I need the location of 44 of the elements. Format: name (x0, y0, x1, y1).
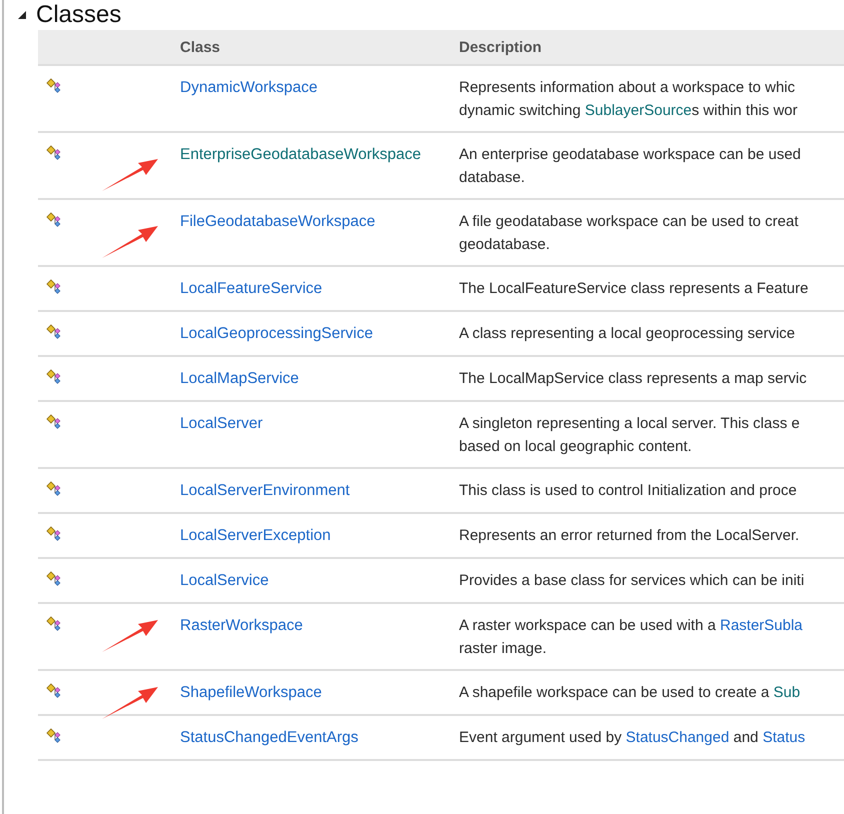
description-link[interactable]: SublayerSource (584, 102, 692, 119)
class-link[interactable]: EnterpriseGeodatabaseWorkspace (180, 146, 421, 163)
description-text: A raster workspace can be used with a RasterSubla (459, 616, 804, 636)
class-link[interactable]: LocalMapService (180, 370, 299, 387)
class-link[interactable]: LocalServerEnvironment (180, 482, 350, 499)
arrow-annotation (100, 157, 160, 193)
description-text: A singleton representing a local server. This class e (459, 414, 801, 434)
class-link[interactable]: DynamicWorkspace (180, 79, 318, 96)
description-text: dynamic switching SublayerSources within this wor (459, 101, 798, 121)
description-link[interactable]: Sub (773, 684, 800, 701)
class-link[interactable]: LocalServerException (180, 527, 331, 544)
collapse-icon[interactable] (18, 11, 26, 19)
column-header: Description (459, 38, 543, 56)
description-link[interactable]: RasterSubla (720, 617, 803, 634)
arrow-annotation (100, 618, 160, 654)
class-link[interactable]: RasterWorkspace (180, 617, 303, 634)
section-title: Classes (36, 2, 122, 28)
class-link[interactable]: LocalService (180, 572, 269, 589)
class-link[interactable]: LocalFeatureService (180, 280, 322, 297)
description-text: database. (459, 168, 526, 188)
description-text: A shapefile workspace can be used to create a Sub (459, 683, 802, 703)
arrow-annotation (100, 224, 160, 260)
description-text: Represents information about a workspace to whic (459, 78, 796, 98)
description-text: This class is used to control Initialization and proce (459, 481, 798, 501)
description-text: Provides a base class for services which can be initi (459, 571, 806, 591)
description-text: A file geodatabase workspace can be used to creat (459, 212, 800, 232)
class-link[interactable]: FileGeodatabaseWorkspace (180, 213, 376, 230)
description-text: Represents an error returned from the LocalServer. (459, 526, 800, 546)
class-link[interactable]: LocalServer (180, 415, 263, 432)
description-text: An enterprise geodatabase workspace can be used (459, 145, 802, 165)
description-text: The LocalMapService class represents a map servic (459, 369, 808, 389)
description-text: Event argument used by StatusChanged and Status (459, 728, 806, 748)
class-link[interactable]: ShapefileWorkspace (180, 684, 322, 701)
class-link[interactable]: LocalGeoprocessingService (180, 325, 373, 342)
description-text: geodatabase. (459, 235, 551, 255)
class-link[interactable]: StatusChangedEventArgs (180, 729, 358, 746)
description-text: The LocalFeatureService class represents a Feature (459, 279, 810, 299)
description-link[interactable]: Status (762, 729, 806, 746)
description-text: A class representing a local geoprocessing service (459, 324, 796, 344)
description-text: raster image. (459, 639, 548, 659)
column-header: Class (180, 38, 222, 56)
description-link[interactable]: StatusChanged (626, 729, 730, 746)
arrow-annotation (100, 685, 160, 721)
description-text: based on local geographic content. (459, 437, 693, 457)
